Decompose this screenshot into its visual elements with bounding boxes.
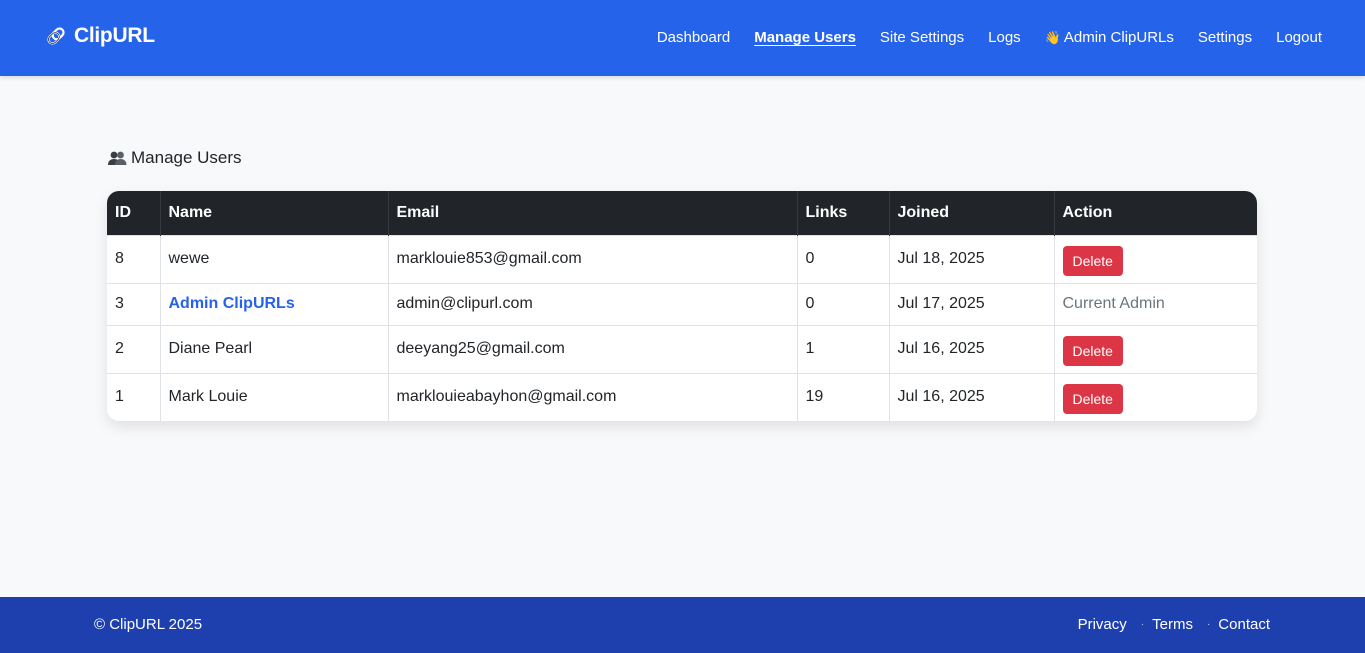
footer-privacy-link[interactable]: Privacy: [1078, 616, 1127, 633]
cell-joined: Jul 17, 2025: [889, 282, 1055, 325]
cell-links: 19: [797, 372, 890, 421]
header-links: Links: [797, 191, 890, 235]
brand-logo[interactable]: ClipURL: [44, 24, 155, 48]
cell-joined: Jul 16, 2025: [889, 324, 1055, 373]
cell-id: 3: [107, 282, 161, 325]
cell-action: Delete: [1054, 372, 1257, 421]
current-admin-label: Current Admin: [1062, 295, 1165, 312]
footer-terms-link[interactable]: Terms: [1152, 616, 1193, 633]
nav-settings[interactable]: Settings: [1198, 29, 1252, 46]
users-table: ID Name Email Links Joined Action 8 wewe…: [107, 191, 1257, 421]
cell-email: marklouieabayhon@gmail.com: [388, 372, 798, 421]
cell-joined: Jul 16, 2025: [889, 372, 1055, 421]
header-action: Action: [1062, 203, 1113, 221]
footer-separator: ·: [1140, 619, 1145, 630]
cell-name: Admin ClipURLs: [160, 282, 389, 325]
nav-manage-users[interactable]: Manage Users: [754, 29, 856, 46]
users-table-card: ID Name Email Links Joined Action 8 wewe…: [107, 191, 1257, 421]
cell-action: Delete: [1054, 234, 1257, 283]
cell-email: admin@clipurl.com: [388, 282, 798, 325]
delete-button[interactable]: Delete: [1062, 384, 1123, 415]
nav-logout[interactable]: Logout: [1276, 29, 1322, 46]
page-title-text: Manage Users: [131, 148, 242, 167]
nav-admin-clipurls[interactable]: 👋 Admin ClipURLs: [1045, 29, 1174, 46]
delete-button[interactable]: Delete: [1062, 246, 1123, 276]
brand-name: ClipURL: [74, 24, 155, 47]
cell-name: Diane Pearl: [160, 324, 389, 373]
cell-links: 0: [797, 282, 890, 325]
footer-copyright: © ClipURL 2025: [94, 616, 203, 633]
cell-id: 2: [107, 324, 161, 373]
header-name: Name: [160, 191, 389, 235]
table-row: 2 Diane Pearl deeyang25@gmail.com 1 Jul …: [107, 324, 1257, 373]
footer: © ClipURL 2025 Privacy · Terms · Contact: [0, 597, 1365, 653]
footer-separator: ·: [1206, 619, 1211, 630]
table-row: 3 Admin ClipURLs admin@clipurl.com 0 Jul…: [107, 282, 1257, 325]
page-title: Manage Users: [107, 148, 242, 168]
cell-links: 1: [797, 324, 890, 373]
waving-hand-icon: 👋: [1044, 30, 1061, 45]
cell-name: wewe: [160, 234, 389, 283]
admin-name: Admin ClipURLs: [168, 295, 295, 312]
users-icon: [107, 150, 127, 166]
nav-site-settings[interactable]: Site Settings: [880, 29, 964, 46]
cell-email: marklouie853@gmail.com: [388, 234, 798, 283]
nav-dashboard[interactable]: Dashboard: [657, 29, 730, 46]
cell-action: Delete: [1054, 324, 1257, 373]
table-row: 8 wewe marklouie853@gmail.com 0 Jul 18, …: [107, 234, 1257, 283]
nav-admin-clipurls-label: Admin ClipURLs: [1063, 29, 1174, 46]
nav-logs[interactable]: Logs: [988, 29, 1021, 46]
cell-name: Mark Louie: [160, 372, 389, 421]
paperclip-icon: [44, 24, 68, 48]
header-id: ID: [107, 191, 161, 235]
cell-action: Current Admin: [1054, 282, 1257, 325]
footer-contact-link[interactable]: Contact: [1218, 616, 1270, 633]
table-header-row: ID Name Email Links Joined Action: [107, 191, 1257, 235]
cell-email: deeyang25@gmail.com: [388, 324, 798, 373]
cell-id: 8: [107, 234, 161, 283]
nav-links: Dashboard Manage Users Site Settings Log…: [657, 29, 1322, 46]
top-navbar: ClipURL Dashboard Manage Users Site Sett…: [0, 0, 1365, 76]
cell-links: 0: [797, 234, 890, 283]
table-row: 1 Mark Louie marklouieabayhon@gmail.com …: [107, 372, 1257, 421]
header-joined: Joined: [889, 191, 1055, 235]
cell-joined: Jul 18, 2025: [889, 234, 1055, 283]
cell-id: 1: [107, 372, 161, 421]
delete-button[interactable]: Delete: [1062, 336, 1123, 366]
footer-links: Privacy · Terms · Contact: [1078, 616, 1270, 633]
header-email: Email: [388, 191, 798, 235]
